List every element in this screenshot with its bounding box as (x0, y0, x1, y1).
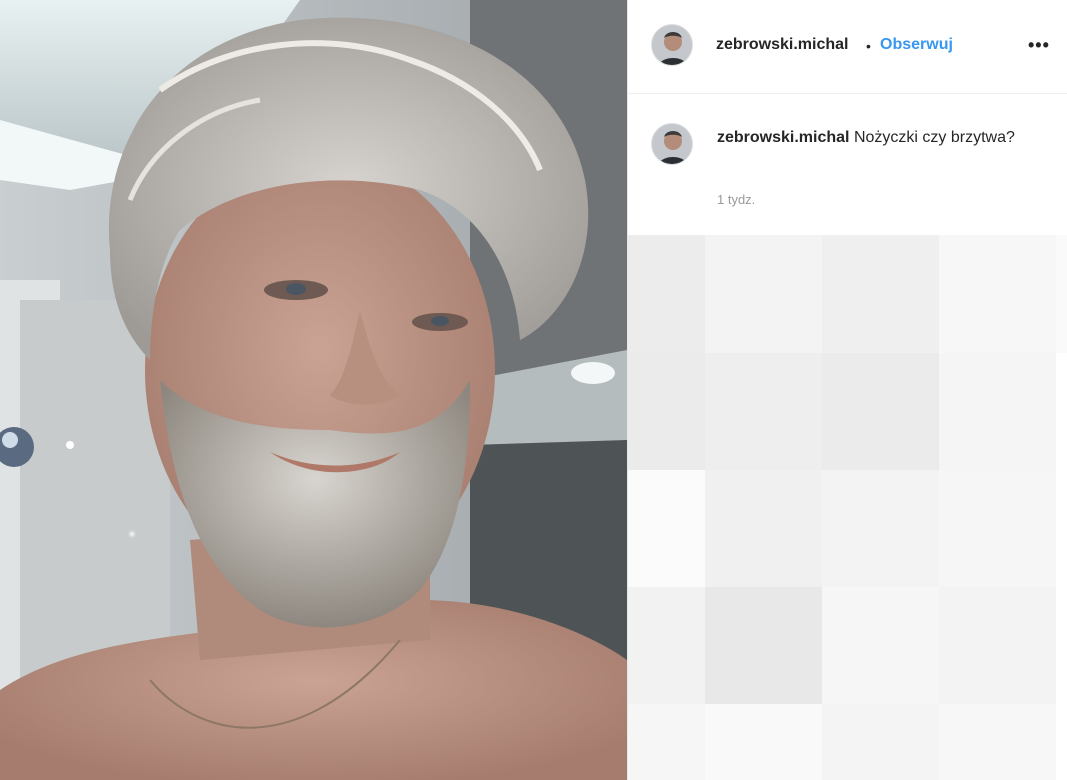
post-caption: zebrowski.michal Nożyczki czy brzytwa? 1… (628, 95, 1067, 235)
post-sidebar: zebrowski.michal • Obserwuj ••• zebrowsk… (627, 0, 1067, 780)
pixelated-comments (628, 235, 1067, 780)
caption-username[interactable]: zebrowski.michal (717, 129, 850, 146)
post-header: zebrowski.michal • Obserwuj ••• (628, 0, 1067, 94)
caption-body: Nożyczki czy brzytwa? (853, 129, 1015, 146)
post-photo[interactable] (0, 0, 627, 780)
caption-avatar[interactable] (651, 123, 693, 165)
post-photo-image (0, 0, 627, 780)
avatar[interactable] (651, 24, 693, 66)
avatar-image (652, 25, 692, 65)
separator-dot: • (866, 38, 871, 54)
username-link[interactable]: zebrowski.michal (716, 36, 849, 54)
caption-text: zebrowski.michal Nożyczki czy brzytwa? (717, 125, 1017, 150)
more-options-icon[interactable]: ••• (1028, 35, 1050, 56)
avatar-image (652, 124, 692, 164)
follow-button[interactable]: Obserwuj (880, 36, 953, 54)
post-timestamp[interactable]: 1 tydz. (717, 192, 755, 207)
